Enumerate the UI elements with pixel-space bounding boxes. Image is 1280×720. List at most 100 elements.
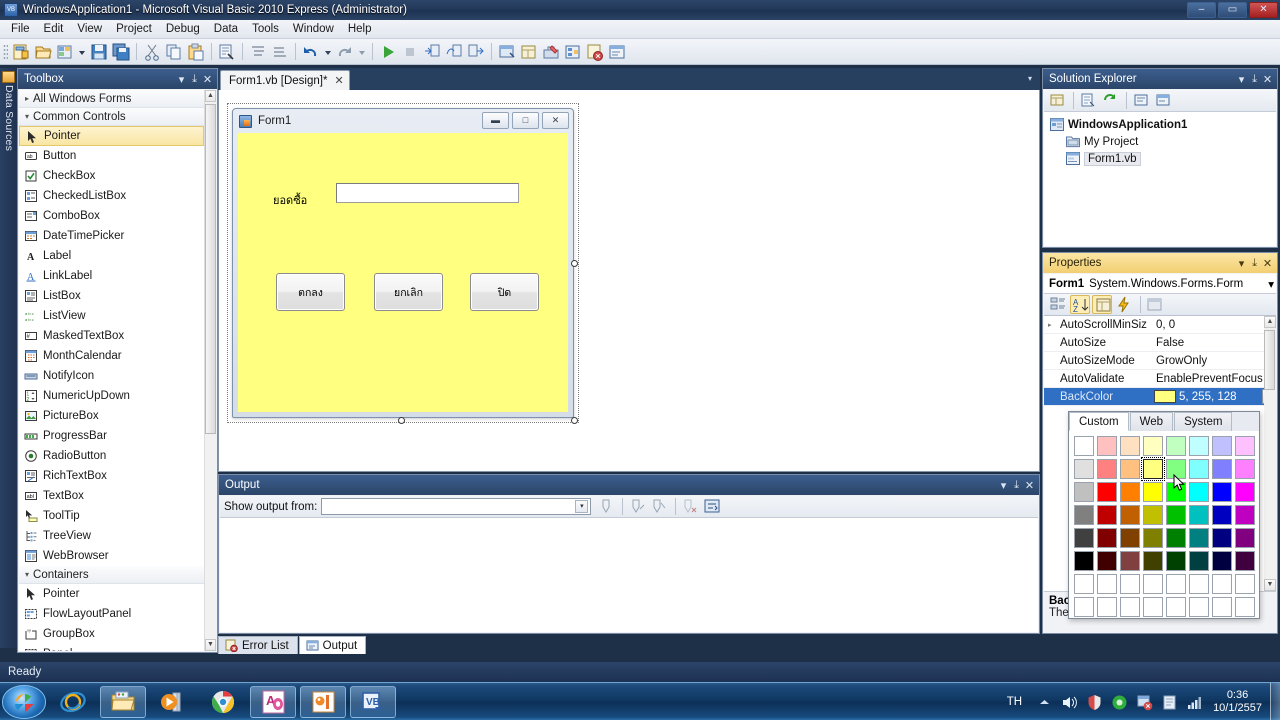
color-swatch-32[interactable] xyxy=(1074,528,1094,548)
toolbox-item-tooltip[interactable]: ToolTip xyxy=(19,506,204,526)
close-icon[interactable]: ✕ xyxy=(201,73,214,86)
color-swatch-17[interactable] xyxy=(1097,482,1117,502)
menu-tools[interactable]: Tools xyxy=(245,21,286,37)
toolbox-item-checkedlistbox[interactable]: CheckedListBox xyxy=(19,186,204,206)
menu-window[interactable]: Window xyxy=(286,21,341,37)
output-window-icon[interactable] xyxy=(607,42,627,62)
color-swatch-7[interactable] xyxy=(1235,436,1255,456)
color-swatch-21[interactable] xyxy=(1189,482,1209,502)
network-icon[interactable] xyxy=(1186,694,1203,711)
toolbox-group-containers[interactable]: ▾ Containers xyxy=(19,566,204,584)
close-icon[interactable]: ✕ xyxy=(1023,479,1036,492)
toolbox-item-maskedtextbox[interactable]: #_ MaskedTextBox xyxy=(19,326,204,346)
color-swatch-50[interactable] xyxy=(1120,574,1140,594)
resize-handle-bottom-right[interactable] xyxy=(571,417,578,424)
property-row-autosize[interactable]: AutoSize False xyxy=(1044,334,1276,352)
color-swatch-58[interactable] xyxy=(1120,597,1140,617)
color-swatch-42[interactable] xyxy=(1120,551,1140,571)
clear-all-icon[interactable] xyxy=(681,497,701,517)
form-maximize-button[interactable]: □ xyxy=(512,112,539,129)
menu-view[interactable]: View xyxy=(70,21,109,37)
toolbox-item-picturebox[interactable]: PictureBox xyxy=(19,406,204,426)
toolbox-item-monthcalendar[interactable]: MonthCalendar xyxy=(19,346,204,366)
color-swatch-28[interactable] xyxy=(1166,505,1186,525)
color-swatch-12[interactable] xyxy=(1166,459,1186,479)
alphabetical-icon[interactable]: AZ xyxy=(1070,295,1090,314)
color-swatch-3[interactable] xyxy=(1143,436,1163,456)
start-debugging-icon[interactable] xyxy=(378,42,398,62)
start-orb[interactable] xyxy=(2,684,46,719)
windows-explorer-icon[interactable] xyxy=(100,685,146,718)
chevron-down-icon[interactable]: ▾ xyxy=(1235,257,1248,270)
toolbox-item-radiobutton[interactable]: RadioButton xyxy=(19,446,204,466)
properties-scrollbar[interactable]: ▲ ▼ xyxy=(1264,316,1276,591)
color-swatch-9[interactable] xyxy=(1097,459,1117,479)
toolbox-item-checkbox[interactable]: CheckBox xyxy=(19,166,204,186)
copy-icon[interactable] xyxy=(164,42,184,62)
color-swatch-39[interactable] xyxy=(1235,528,1255,548)
new-project-icon[interactable] xyxy=(11,42,31,62)
stop-icon[interactable] xyxy=(400,42,420,62)
color-swatch-16[interactable] xyxy=(1074,482,1094,502)
color-swatch-53[interactable] xyxy=(1189,574,1209,594)
color-swatch-35[interactable] xyxy=(1143,528,1163,548)
object-browser-icon[interactable] xyxy=(563,42,583,62)
color-swatch-45[interactable] xyxy=(1189,551,1209,571)
color-swatch-57[interactable] xyxy=(1097,597,1117,617)
add-new-item-icon[interactable] xyxy=(55,42,75,62)
pin-icon[interactable]: ⤓ xyxy=(1248,73,1261,86)
visual-basic-icon[interactable]: VB xyxy=(350,685,396,718)
button-ok[interactable]: ตกลง xyxy=(276,273,345,311)
toolbox-item-richtextbox[interactable]: RichTextBox xyxy=(19,466,204,486)
toolbox-icon[interactable] xyxy=(541,42,561,62)
property-row-autovalidate[interactable]: AutoValidate EnablePreventFocus xyxy=(1044,370,1276,388)
color-swatch-25[interactable] xyxy=(1097,505,1117,525)
devices-icon[interactable] xyxy=(1161,694,1178,711)
property-row-autosizemode[interactable]: AutoSizeMode GrowOnly xyxy=(1044,352,1276,370)
language-indicator[interactable]: TH xyxy=(1007,696,1022,708)
toolbox-group-common-controls[interactable]: ▾ Common Controls xyxy=(19,108,204,126)
microsoft-access-icon[interactable]: A xyxy=(250,685,296,718)
expander-icon[interactable]: ▸ xyxy=(1048,321,1052,329)
color-swatch-1[interactable] xyxy=(1097,436,1117,456)
go-to-previous-icon[interactable] xyxy=(628,497,648,517)
design-form-form1[interactable]: Form1 ▬ □ ✕ ยอดซื้อ ตกลง ยกเลิก ปิด xyxy=(232,108,574,418)
chevron-down-icon[interactable]: ▾ xyxy=(175,73,188,86)
properties-icon[interactable] xyxy=(1048,91,1068,111)
menu-project[interactable]: Project xyxy=(109,21,159,37)
redo-icon[interactable] xyxy=(335,42,355,62)
view-code-icon[interactable] xyxy=(1132,91,1152,111)
toolbox-item-listview[interactable]: a b ca b c ListView xyxy=(19,306,204,326)
paste-icon[interactable] xyxy=(186,42,206,62)
undo-icon[interactable] xyxy=(301,42,321,62)
picture-manager-icon[interactable] xyxy=(300,685,346,718)
color-swatch-36[interactable] xyxy=(1166,528,1186,548)
step-over-icon[interactable] xyxy=(444,42,464,62)
color-swatch-8[interactable] xyxy=(1074,459,1094,479)
color-swatch-24[interactable] xyxy=(1074,505,1094,525)
toolbar-grip[interactable] xyxy=(3,43,8,60)
taskbar-clock[interactable]: 0:36 10/1/2557 xyxy=(1213,689,1262,715)
pin-icon[interactable]: ⤓ xyxy=(1248,257,1261,270)
form-minimize-button[interactable]: ▬ xyxy=(482,112,509,129)
scrollbar-thumb[interactable] xyxy=(205,104,216,434)
show-desktop-button[interactable] xyxy=(1270,683,1280,720)
color-swatch-47[interactable] xyxy=(1235,551,1255,571)
backcolor-dropdown[interactable]: Custom Web System xyxy=(1068,411,1260,619)
color-swatch-0[interactable] xyxy=(1074,436,1094,456)
chevron-down-icon[interactable]: ▾ xyxy=(1235,73,1248,86)
toolbox-item-progressbar[interactable]: ProgressBar xyxy=(19,426,204,446)
solution-explorer-icon[interactable] xyxy=(497,42,517,62)
color-swatch-37[interactable] xyxy=(1189,528,1209,548)
security-shield-icon[interactable] xyxy=(1086,694,1103,711)
chevron-down-icon[interactable]: ▾ xyxy=(1268,277,1274,291)
close-button[interactable]: ✕ xyxy=(1249,2,1278,18)
show-all-files-icon[interactable] xyxy=(1079,91,1099,111)
color-swatch-56[interactable] xyxy=(1074,597,1094,617)
toggle-word-wrap-icon[interactable] xyxy=(703,497,723,517)
color-swatch-27[interactable] xyxy=(1143,505,1163,525)
form-close-button[interactable]: ✕ xyxy=(542,112,569,129)
toolbox-item-numericupdown[interactable]: 1 2 NumericUpDown xyxy=(19,386,204,406)
color-swatch-4[interactable] xyxy=(1166,436,1186,456)
show-hidden-icons-icon[interactable] xyxy=(1036,694,1053,711)
